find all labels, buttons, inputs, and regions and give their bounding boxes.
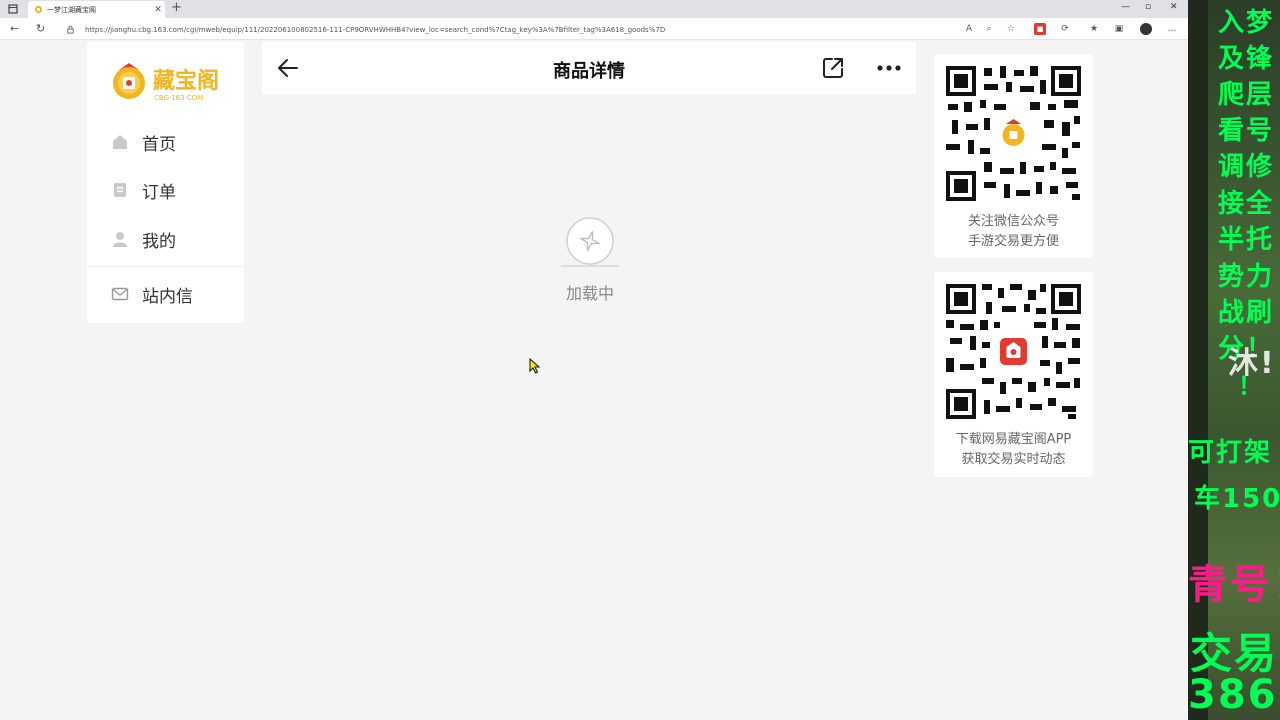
sidebar-item-home[interactable]: 首页 xyxy=(87,122,244,162)
page-header: 商品详情 xyxy=(262,42,916,94)
overlay-line: 战刷 xyxy=(1218,298,1275,328)
favorites-icon[interactable]: ★ xyxy=(1088,23,1100,35)
sidebar-item-label: 站内信 xyxy=(142,286,193,307)
close-window-button[interactable]: ✕ xyxy=(1170,2,1178,12)
share-icon[interactable] xyxy=(821,56,845,80)
sidebar-item-orders[interactable]: 订单 xyxy=(87,170,244,210)
maximize-button[interactable]: ▫ xyxy=(1145,2,1151,12)
overlay-line: 入梦 xyxy=(1218,8,1275,38)
sidebar-item-label: 我的 xyxy=(142,231,176,252)
overlay-line: 势力 xyxy=(1218,262,1275,292)
loading-spinner-icon xyxy=(561,217,619,267)
qr-caption-line2: 手游交易更方便 xyxy=(967,234,1059,249)
zoom-icon[interactable]: ⌕ xyxy=(983,23,995,35)
refresh-button[interactable]: ↻ xyxy=(36,22,45,36)
qr-caption-line2: 获取交易实时动态 xyxy=(961,452,1066,467)
home-icon xyxy=(113,135,127,149)
qr-card-wechat: 关注微信公众号 手游交易更方便 xyxy=(934,54,1093,258)
favorites-add-icon[interactable]: ☆ xyxy=(1005,23,1017,35)
browser-window: 一梦江湖藏宝阁 ✕ + — ▫ ✕ ← ↻ https://jianghu.cb… xyxy=(0,0,1188,720)
overlay-line: 爬层 xyxy=(1218,80,1275,110)
logo-subtext: CBG·163·COM xyxy=(154,94,203,102)
mouse-cursor-icon xyxy=(529,358,541,374)
sidebar-divider xyxy=(87,266,244,267)
minimize-button[interactable]: — xyxy=(1121,2,1130,12)
loading-indicator: 加载中 xyxy=(548,216,632,306)
overlay-line: ！ xyxy=(1238,372,1264,400)
overlay-line: 看号 xyxy=(1218,116,1275,146)
settings-more-icon[interactable]: … xyxy=(1166,23,1178,35)
qr-card-app: 下载网易藏宝阁APP 获取交易实时动态 xyxy=(934,272,1093,477)
profile-avatar[interactable] xyxy=(1140,23,1152,35)
sidebar-item-messages[interactable]: 站内信 xyxy=(87,274,244,314)
sidebar-item-label: 首页 xyxy=(142,134,176,155)
browser-back-button[interactable]: ← xyxy=(10,22,19,36)
sidebar-item-mine[interactable]: 我的 xyxy=(87,219,244,259)
extension-sync-icon[interactable]: ⟳ xyxy=(1059,23,1071,35)
stream-overlay-panel: 入梦 及锋 爬层 看号 调修 接全 半托 势力 战刷 分！ 沐! ！ 可打架 车… xyxy=(1188,0,1280,720)
cbg-favicon-icon xyxy=(34,5,43,14)
loading-text: 加载中 xyxy=(565,284,614,303)
mail-icon xyxy=(111,287,129,301)
new-tab-button[interactable]: + xyxy=(171,0,182,15)
logo-text: 藏宝阁 xyxy=(153,68,219,94)
overlay-line: 青号！ xyxy=(1188,562,1280,608)
read-aloud-icon[interactable]: A xyxy=(963,23,975,35)
qr-caption-line1: 关注微信公众号 xyxy=(967,214,1059,229)
more-options-icon[interactable] xyxy=(875,56,903,80)
tab-actions-icon[interactable] xyxy=(8,4,18,14)
order-icon xyxy=(114,183,126,197)
tab-title: 一梦江湖藏宝阁 xyxy=(47,5,96,14)
overlay-line: 3861 xyxy=(1188,672,1280,718)
overlay-edge-strip xyxy=(1188,0,1208,720)
sidebar: 藏宝阁 CBG·163·COM 首页 订单 我的 站内信 xyxy=(87,42,244,323)
overlay-line: 及锋 xyxy=(1218,44,1275,74)
extension-red-icon[interactable]: ■ xyxy=(1034,23,1046,35)
overlay-line: 车150 xyxy=(1194,484,1280,514)
overlay-line: 接全 xyxy=(1218,189,1275,219)
sidebar-item-label: 订单 xyxy=(142,182,176,203)
overlay-line: 调修 xyxy=(1218,152,1275,182)
app-download-qr-code xyxy=(944,282,1083,421)
page-title: 商品详情 xyxy=(553,61,625,82)
tab-close-icon[interactable]: ✕ xyxy=(151,5,165,15)
user-icon xyxy=(113,232,127,247)
qr-caption-line1: 下载网易藏宝阁APP xyxy=(955,432,1072,447)
lock-icon xyxy=(67,25,74,34)
browser-toolbar: ← ↻ https://jianghu.cbg.163.com/cgi/mweb… xyxy=(0,18,1188,40)
url-text: https://jianghu.cbg.163.com/cgi/mweb/equ… xyxy=(85,25,666,34)
overlay-line: 可打架 xyxy=(1188,438,1273,468)
address-bar[interactable]: https://jianghu.cbg.163.com/cgi/mweb/equ… xyxy=(62,21,961,38)
cbg-logo[interactable]: 藏宝阁 CBG·163·COM xyxy=(109,58,225,104)
wechat-qr-code xyxy=(944,64,1083,203)
overlay-line: 半托 xyxy=(1218,225,1275,255)
browser-tab[interactable]: 一梦江湖藏宝阁 ✕ xyxy=(28,1,165,18)
collections-icon[interactable]: ▣ xyxy=(1113,23,1125,35)
tab-bar: 一梦江湖藏宝阁 ✕ + — ▫ ✕ xyxy=(0,0,1188,18)
